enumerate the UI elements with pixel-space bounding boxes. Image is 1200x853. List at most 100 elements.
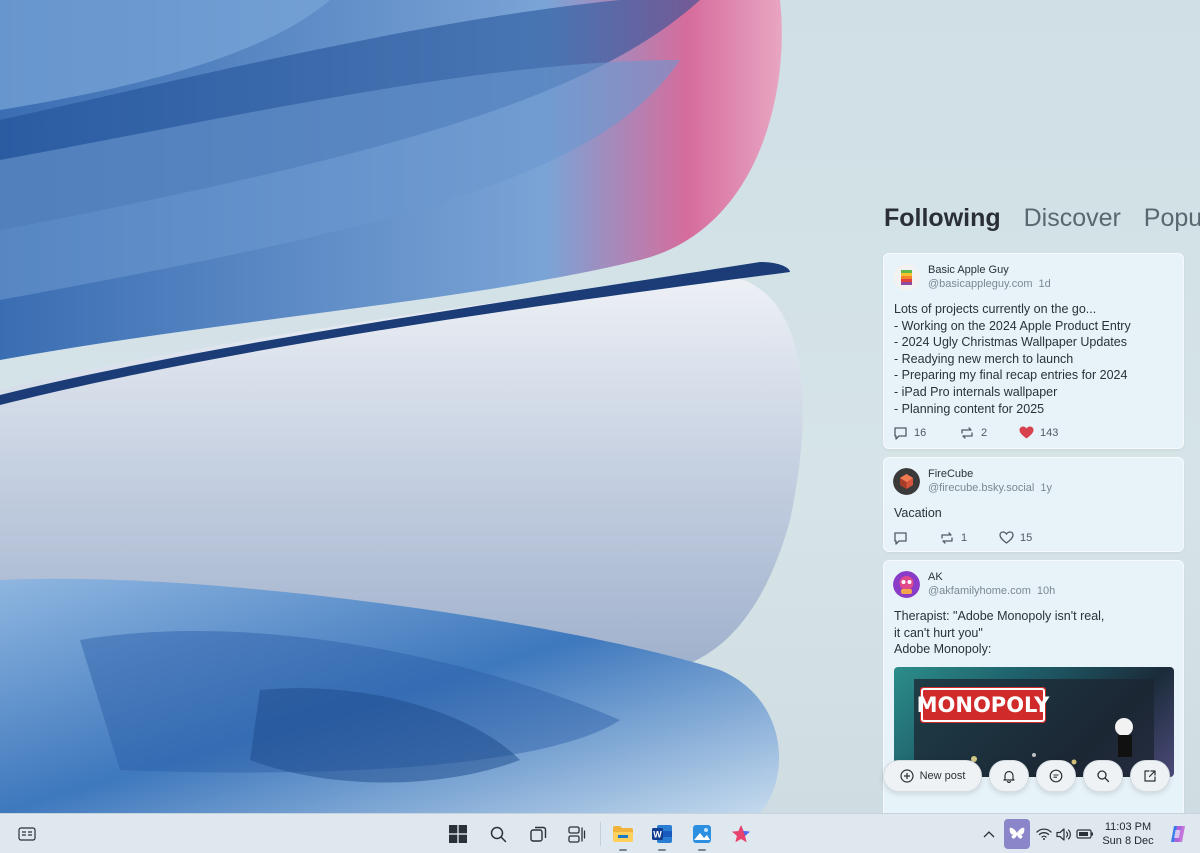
- handle-text: @basicappleguy.com: [928, 278, 1033, 290]
- clock-time: 11:03 PM: [1104, 821, 1152, 833]
- post-card[interactable]: Basic Apple Guy @basicappleguy.com 1d Lot…: [883, 253, 1184, 449]
- clock-date: Sun 8 Dec: [1102, 835, 1154, 847]
- widgets-icon: [18, 827, 36, 841]
- svg-text:W: W: [653, 830, 662, 840]
- handle-text: @firecube.bsky.social: [928, 482, 1035, 494]
- author-name[interactable]: AK: [928, 571, 943, 583]
- author-name[interactable]: FireCube: [928, 468, 973, 480]
- post-line: - Planning content for 2025: [894, 401, 1045, 416]
- chat-icon: [1049, 769, 1063, 783]
- repost-icon: [941, 532, 953, 544]
- snap-layout-icon: [568, 825, 586, 843]
- post-line: - Readying new merch to launch: [894, 351, 1074, 366]
- post-line: Adobe Monopoly:: [894, 642, 992, 657]
- heart-filled-icon: [1019, 426, 1034, 439]
- copilot-button[interactable]: [1164, 820, 1192, 848]
- photos-icon: [693, 825, 711, 843]
- new-post-button[interactable]: New post: [883, 760, 982, 792]
- author-handle: @akfamilyhome.com 10h: [928, 585, 1055, 597]
- post-line: Vacation: [894, 506, 942, 520]
- monopoly-logo-text: MONOPOLY: [917, 693, 1051, 717]
- wifi-icon: [1036, 828, 1052, 840]
- bluesky-tray-button[interactable]: [1004, 819, 1030, 849]
- post-time: 10h: [1036, 585, 1056, 597]
- taskbar-divider: [600, 822, 601, 846]
- post-line: - 2024 Ugly Christmas Wallpaper Updates: [894, 335, 1127, 350]
- reply-count: 16: [914, 427, 927, 439]
- volume-button[interactable]: [1054, 820, 1074, 848]
- open-external-button[interactable]: [1130, 760, 1170, 792]
- search-button[interactable]: [1083, 760, 1123, 792]
- plus-circle-icon: [899, 769, 914, 783]
- post-time: 1d: [1038, 278, 1051, 290]
- running-indicator: [619, 849, 627, 851]
- notifications-button[interactable]: [989, 760, 1029, 792]
- heart-outline-icon: [999, 531, 1014, 544]
- author-handle: @basicappleguy.com 1d: [928, 278, 1051, 290]
- task-view-button[interactable]: [524, 820, 552, 848]
- battery-button[interactable]: [1074, 820, 1096, 848]
- photos-button[interactable]: [688, 820, 716, 851]
- tab-popular[interactable]: Popula: [1144, 204, 1200, 233]
- post-card[interactable]: FireCube @firecube.bsky.social 1y Vacatio…: [883, 457, 1184, 552]
- app-launcher-button[interactable]: [727, 820, 755, 848]
- like-button[interactable]: 143: [1019, 426, 1058, 439]
- start-button[interactable]: [444, 820, 472, 848]
- post-line: - Preparing my final recap entries for 2…: [894, 368, 1128, 383]
- copilot-icon: [1171, 826, 1185, 842]
- author-name[interactable]: Basic Apple Guy: [928, 264, 1009, 276]
- windows-logo-icon: [449, 825, 467, 843]
- task-view-icon: [529, 826, 546, 842]
- battery-icon: [1076, 829, 1093, 839]
- post-line: Lots of projects currently on the go...: [894, 302, 1097, 316]
- reply-icon: [894, 427, 907, 440]
- search-icon: [490, 826, 506, 842]
- wifi-button[interactable]: [1034, 820, 1054, 848]
- new-post-label: New post: [919, 770, 966, 782]
- social-feed-panel: Following Discover Popula Basic Apple Gu…: [876, 196, 1200, 813]
- repost-button[interactable]: 2: [959, 426, 987, 440]
- like-button[interactable]: 15: [999, 531, 1032, 544]
- post-line: - iPad Pro internals wallpaper: [894, 384, 1058, 399]
- word-icon: W: [652, 825, 672, 843]
- bell-icon: [1003, 770, 1015, 783]
- search-icon: [1097, 770, 1110, 783]
- post-text: Vacation: [894, 505, 942, 522]
- taskbar-search-button[interactable]: [484, 820, 512, 848]
- repost-button[interactable]: 1: [939, 531, 967, 545]
- running-indicator: [658, 849, 666, 851]
- folder-icon: [613, 826, 633, 842]
- widgets-button[interactable]: [13, 820, 41, 848]
- open-external-icon: [1144, 770, 1156, 782]
- post-line: Therapist: "Adobe Monopoly isn't real,: [894, 609, 1105, 623]
- clock[interactable]: 11:03 PM Sun 8 Dec: [1100, 820, 1156, 848]
- avatar[interactable]: [893, 264, 920, 291]
- avatar[interactable]: [893, 571, 920, 598]
- file-explorer-button[interactable]: [609, 820, 637, 851]
- snap-layouts-button[interactable]: [563, 820, 591, 848]
- post-text: Therapist: "Adobe Monopoly isn't real, i…: [894, 608, 1104, 658]
- post-text: Lots of projects currently on the go... …: [894, 301, 1131, 417]
- repost-icon: [961, 427, 973, 439]
- tab-following[interactable]: Following: [884, 204, 1001, 233]
- repost-count: 2: [981, 427, 988, 439]
- tab-discover[interactable]: Discover: [1024, 204, 1121, 233]
- word-button[interactable]: W: [648, 820, 676, 851]
- messages-button[interactable]: [1036, 760, 1076, 792]
- avatar[interactable]: [893, 468, 920, 495]
- reply-button[interactable]: 16: [893, 426, 926, 440]
- author-handle: @firecube.bsky.social 1y: [928, 482, 1052, 494]
- volume-icon: [1056, 827, 1071, 841]
- show-hidden-icons-button[interactable]: [978, 820, 1000, 848]
- feed-tabs: Following Discover Popula: [884, 204, 1200, 233]
- reply-icon: [894, 532, 907, 545]
- repost-count: 1: [961, 532, 968, 544]
- handle-text: @akfamilyhome.com: [928, 585, 1031, 597]
- star-app-icon: [732, 825, 750, 843]
- post-line: - Working on the 2024 Apple Product Entr…: [894, 318, 1131, 333]
- taskbar: W 11:03 PM Sun 8 Dec: [0, 813, 1200, 853]
- running-indicator: [698, 849, 706, 851]
- like-count: 15: [1020, 531, 1033, 544]
- chevron-up-icon: [983, 831, 995, 838]
- reply-button[interactable]: [893, 531, 914, 545]
